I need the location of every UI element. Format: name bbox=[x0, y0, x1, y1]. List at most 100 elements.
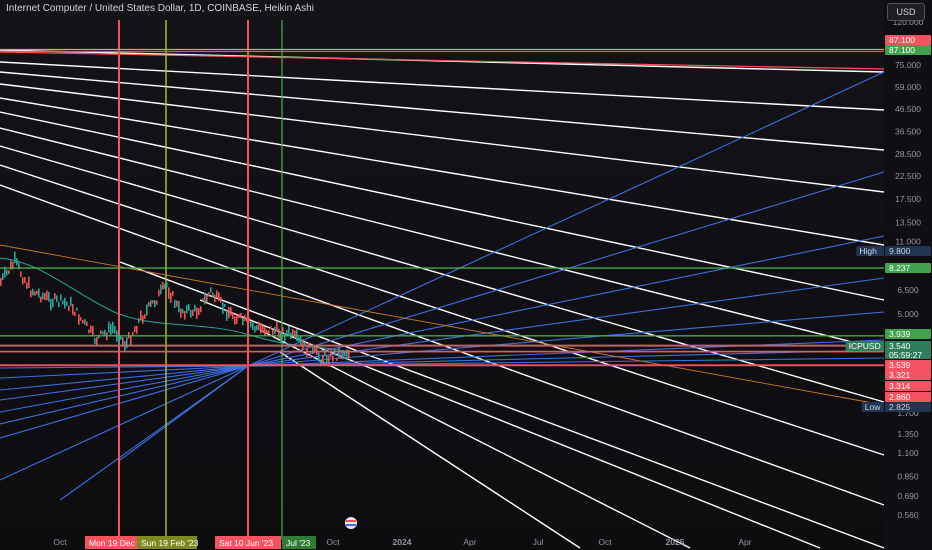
candle bbox=[278, 328, 280, 339]
candle bbox=[140, 310, 142, 321]
candle bbox=[48, 291, 50, 302]
candle bbox=[190, 309, 192, 318]
candle bbox=[162, 281, 164, 290]
candle bbox=[182, 309, 184, 314]
candle bbox=[62, 300, 64, 305]
candle bbox=[170, 292, 172, 303]
candle bbox=[242, 317, 244, 326]
candle bbox=[96, 337, 98, 346]
candle bbox=[136, 325, 138, 334]
candle bbox=[260, 322, 262, 334]
candle bbox=[192, 309, 194, 316]
candle bbox=[288, 326, 290, 337]
candle bbox=[272, 329, 274, 336]
candle bbox=[214, 294, 216, 303]
candle bbox=[276, 321, 278, 332]
candle bbox=[336, 357, 338, 361]
candle bbox=[318, 352, 320, 362]
candle bbox=[16, 258, 18, 266]
candle bbox=[58, 301, 60, 308]
price-tick-14: 1.100 bbox=[897, 448, 919, 458]
candle bbox=[176, 300, 178, 307]
candle bbox=[20, 271, 22, 277]
candle bbox=[92, 325, 94, 336]
candle bbox=[60, 294, 62, 301]
candle bbox=[74, 311, 76, 317]
candle bbox=[178, 300, 180, 313]
candle bbox=[310, 354, 312, 358]
currency-button[interactable]: USD bbox=[887, 3, 925, 21]
time-tick-8: Oct bbox=[598, 537, 612, 547]
candle bbox=[248, 317, 250, 324]
candle bbox=[30, 290, 32, 298]
candle bbox=[252, 322, 254, 330]
candle bbox=[236, 314, 238, 324]
price-tick-1: 75.000 bbox=[895, 60, 921, 70]
price-tick-7: 17.500 bbox=[895, 194, 921, 204]
candle bbox=[274, 327, 276, 335]
candle bbox=[234, 316, 236, 325]
candle bbox=[144, 314, 146, 319]
candle bbox=[114, 326, 116, 334]
candle bbox=[270, 326, 272, 330]
candle bbox=[64, 297, 66, 309]
candle bbox=[298, 336, 300, 342]
candle bbox=[78, 314, 80, 325]
candle bbox=[118, 336, 120, 346]
candle bbox=[26, 282, 28, 289]
candle bbox=[244, 314, 246, 322]
price-tag-2: 9.800 bbox=[889, 246, 911, 256]
candle bbox=[88, 329, 90, 334]
candle bbox=[332, 355, 334, 362]
candle bbox=[100, 330, 102, 335]
candle bbox=[138, 318, 140, 323]
candle bbox=[168, 287, 170, 299]
price-tag-3: 8.237 bbox=[889, 263, 911, 273]
price-tick-8: 13.500 bbox=[895, 218, 921, 228]
candle bbox=[68, 305, 70, 312]
candle bbox=[172, 290, 174, 296]
candle bbox=[200, 306, 202, 313]
price-tick-3: 46.500 bbox=[895, 104, 921, 114]
candle bbox=[148, 302, 150, 307]
candle bbox=[282, 327, 284, 333]
price-tag-sub-5: 05:59:27 bbox=[889, 350, 922, 360]
price-tick-15: 0.850 bbox=[897, 472, 919, 482]
flag-icon[interactable] bbox=[345, 517, 357, 529]
candle bbox=[54, 293, 56, 300]
candle bbox=[156, 300, 158, 305]
price-tag-6: 3.539 bbox=[889, 360, 911, 370]
candle bbox=[194, 305, 196, 312]
price-tag-0: 87.100 bbox=[889, 35, 915, 45]
candle bbox=[150, 300, 152, 307]
candle bbox=[250, 321, 252, 328]
candle bbox=[302, 339, 304, 350]
candle bbox=[300, 336, 302, 346]
candle bbox=[66, 301, 68, 306]
candle bbox=[268, 330, 270, 334]
candle bbox=[186, 305, 188, 314]
candle bbox=[86, 321, 88, 327]
candle bbox=[228, 307, 230, 319]
candle bbox=[34, 291, 36, 296]
plot-background bbox=[0, 0, 932, 550]
candle bbox=[90, 325, 92, 333]
candle bbox=[238, 314, 240, 319]
candle bbox=[38, 288, 40, 298]
candle bbox=[120, 336, 122, 340]
candle bbox=[230, 307, 232, 316]
chart-canvas[interactable]: 120.00075.00059.00046.50036.50028.50022.… bbox=[0, 0, 932, 550]
candle bbox=[94, 337, 96, 345]
candle bbox=[52, 298, 54, 308]
time-tick-10: Apr bbox=[738, 537, 751, 547]
candle bbox=[258, 321, 260, 331]
candle bbox=[330, 348, 332, 358]
candle bbox=[262, 325, 264, 333]
candle bbox=[112, 321, 114, 334]
candle bbox=[8, 270, 10, 274]
date-tag-2: Sat 10 Jun '23 bbox=[219, 538, 273, 548]
candle bbox=[206, 294, 208, 303]
candle bbox=[40, 296, 42, 303]
candle bbox=[130, 336, 132, 346]
candle bbox=[36, 290, 38, 295]
